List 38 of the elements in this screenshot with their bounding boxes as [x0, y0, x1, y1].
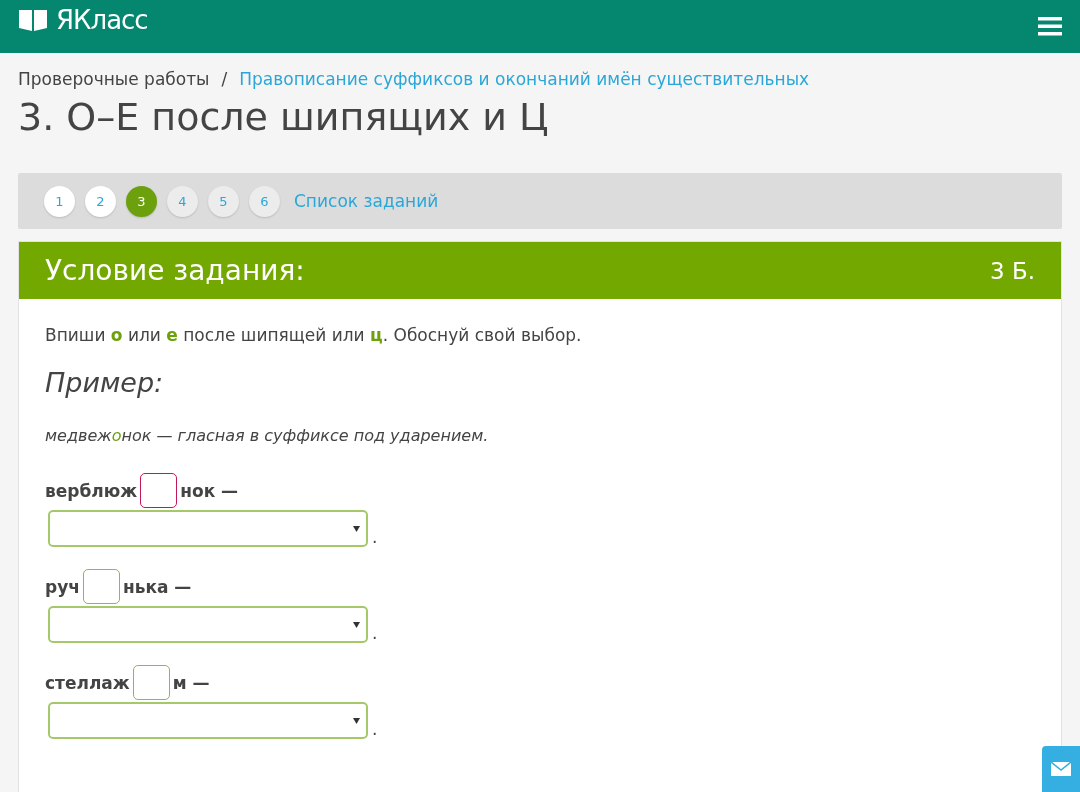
instruction-text: Впиши о или е после шипящей или ц. Обоснуй свой выбор.	[45, 325, 583, 345]
page-title: 3. О–Е после шипящих и Ц	[18, 95, 550, 139]
example-text: медвежонок — гласная в суффиксе под ударением.	[45, 426, 490, 445]
breadcrumb: Проверочные работы	[18, 69, 210, 89]
mail-button[interactable]	[1042, 746, 1080, 792]
word-end: м —	[172, 672, 210, 693]
letter-input-field[interactable]	[132, 665, 170, 700]
caret-icon	[353, 717, 360, 724]
word-start: верблюж	[45, 480, 138, 501]
example-heading: Пример:	[45, 367, 165, 398]
reason-dropdown[interactable]	[48, 606, 368, 643]
breadcrumb-link[interactable]: Правописание суффиксов и окончаний имён существительных	[239, 69, 810, 89]
task-number-button[interactable]: 4	[167, 185, 198, 217]
reason-dropdown[interactable]	[48, 702, 368, 739]
card-title: Условие задания:	[45, 254, 305, 287]
menu-icon[interactable]	[1038, 17, 1062, 36]
caret-icon	[353, 621, 360, 628]
mail-icon	[1051, 762, 1071, 776]
period: .	[372, 719, 378, 739]
word-end: нок —	[180, 480, 239, 501]
period: .	[372, 527, 378, 547]
points: 3 Б.	[989, 257, 1035, 284]
letter-input-field[interactable]	[140, 473, 178, 508]
task-list-link[interactable]: Список заданий	[294, 191, 439, 211]
letter-input-field[interactable]	[82, 569, 120, 604]
logo[interactable]: ЯКласс	[18, 4, 148, 35]
task-number-button[interactable]: 6	[249, 185, 280, 217]
word-start: руч	[45, 576, 80, 597]
word-start: стеллаж	[45, 672, 130, 693]
task-number-button[interactable]: 1	[44, 185, 75, 217]
task-number-button[interactable]: 2	[85, 185, 116, 217]
period: .	[372, 623, 378, 643]
task-number-button[interactable]: 5	[208, 185, 239, 217]
word-end: нька —	[122, 576, 192, 597]
caret-icon	[353, 525, 360, 532]
breadcrumb: /	[221, 69, 228, 89]
logo-text: ЯКласс	[56, 4, 148, 35]
task-number-button[interactable]: 3	[126, 185, 157, 217]
